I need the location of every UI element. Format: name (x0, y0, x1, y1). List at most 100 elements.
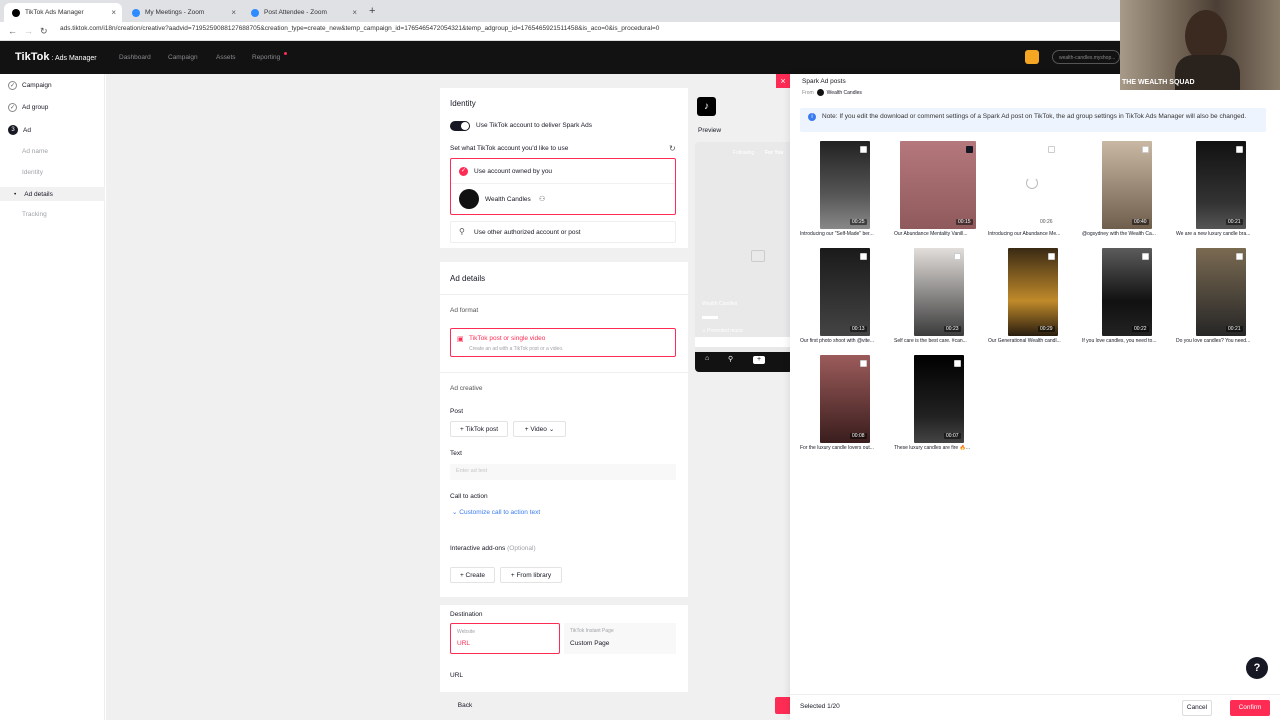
spark-post-item[interactable]: 00:21 We are a new luxury candle bra... (1176, 141, 1264, 241)
tab-tiktok-ads[interactable]: TikTok Ads Manager × (4, 3, 122, 22)
owned-account-option[interactable]: ✓ Use account owned by you Wealth Candle… (450, 158, 676, 215)
help-icon[interactable]: ? (1246, 657, 1268, 679)
url-label: URL (450, 672, 464, 679)
other-account-option[interactable]: ⚲ Use other authorized account or post (450, 221, 676, 243)
nav-reporting[interactable]: Reporting (252, 54, 280, 61)
spark-post-item[interactable]: 00:07 These luxury candles are fire 🔥... (894, 355, 982, 455)
customize-cta-link[interactable]: ⌄ Customize call to action text (452, 508, 540, 516)
ad-details-card: Ad details Ad format ▣ TikTok post or si… (440, 262, 688, 692)
tab-my-meetings[interactable]: My Meetings - Zoom × (124, 3, 242, 22)
forward-arrow-icon[interactable]: → (24, 26, 33, 36)
add-video-button[interactable]: + Video ⌄ (513, 421, 566, 437)
identity-card: Identity Use TikTok account to deliver S… (440, 88, 688, 248)
select-checkbox[interactable] (954, 360, 961, 367)
tab-title: My Meetings - Zoom (145, 9, 205, 16)
spark-post-item[interactable]: 00:29 Our Generational Wealth candl... (988, 248, 1076, 348)
step-adgroup[interactable]: ✓ Ad group (8, 103, 48, 112)
ad-text-input[interactable]: Enter ad text (450, 464, 676, 480)
spark-post-item[interactable]: 00:25 Introducing our "Self-Made" ber... (800, 141, 888, 241)
step-campaign[interactable]: ✓ Campaign (8, 81, 52, 90)
post-duration: 00:29 (1038, 326, 1055, 332)
cancel-button[interactable]: Cancel (1182, 700, 1212, 716)
url-option-label: URL (457, 640, 471, 647)
add-tiktok-post-button[interactable]: + TikTok post (450, 421, 508, 437)
spark-post-item[interactable]: 00:23 Self care is the best care. #can... (894, 248, 982, 348)
spark-post-item[interactable]: 00:08 For the luxury candle lovers out... (800, 355, 888, 455)
notification-icon[interactable] (1025, 50, 1039, 64)
drawer-title: Spark Ad posts (802, 78, 846, 85)
divider (440, 372, 688, 373)
address-bar: ← → ↻ ads.tiktok.com/i18n/creation/creat… (0, 22, 1280, 41)
select-checkbox[interactable] (1142, 253, 1149, 260)
selected-count: Selected 1/20 (800, 703, 840, 710)
set-account-label: Set what TikTok account you'd like to us… (450, 145, 569, 152)
close-drawer-icon[interactable]: × (776, 74, 790, 88)
identity-title: Identity (450, 99, 476, 108)
spark-post-item[interactable]: 00:13 Our first photo shoot with @vite... (800, 248, 888, 348)
close-tab-icon[interactable]: × (111, 8, 116, 17)
substep-ad-name[interactable]: Ad name (22, 148, 48, 155)
select-checkbox[interactable] (1236, 253, 1243, 260)
back-arrow-icon[interactable]: ← (8, 26, 17, 36)
submit-button-partial[interactable] (775, 697, 790, 714)
spark-post-item[interactable]: 00:40 @ogsydney with the Wealth Ca... (1082, 141, 1170, 241)
spark-post-item[interactable]: 00:15 Our Abundance Mentality Vanill... (894, 141, 982, 241)
text-label: Text (450, 450, 462, 457)
back-button[interactable]: Back (450, 697, 480, 713)
post-duration: 00:22 (1132, 326, 1149, 332)
tab-post-attendee[interactable]: Post Attendee - Zoom × (243, 3, 363, 22)
video-icon: ▣ (457, 336, 464, 343)
select-checkbox[interactable] (1048, 146, 1055, 153)
select-checkbox[interactable] (860, 253, 867, 260)
select-checkbox[interactable] (860, 360, 867, 367)
browser-tab-bar: TikTok Ads Manager × My Meetings - Zoom … (0, 0, 1280, 22)
select-checkbox[interactable] (860, 146, 867, 153)
substep-ad-details[interactable]: Ad details (0, 187, 105, 201)
post-caption: Our Generational Wealth candl... (988, 338, 1061, 344)
reload-icon[interactable]: ↻ (40, 26, 48, 37)
divider (440, 294, 688, 295)
step-ad[interactable]: 3 Ad (8, 125, 31, 135)
select-checkbox[interactable] (1142, 146, 1149, 153)
instant-page-option[interactable]: TikTok Instant Page Custom Page (564, 623, 676, 654)
spark-post-item[interactable]: 00:21 Do you love candles? You need... (1176, 248, 1264, 348)
select-checkbox[interactable] (1236, 146, 1243, 153)
select-checkbox[interactable] (954, 253, 961, 260)
close-tab-icon[interactable]: × (231, 8, 236, 17)
website-option[interactable]: Website URL (450, 623, 560, 654)
spark-post-item[interactable]: 00:22 If you love candles, you need to... (1082, 248, 1170, 348)
person-icon: ⚲ (459, 227, 465, 236)
ad-format-option[interactable]: ▣ TikTok post or single video Create an … (450, 328, 676, 357)
account-avatar (816, 89, 824, 96)
post-duration: 00:23 (944, 326, 961, 332)
url-field[interactable]: ads.tiktok.com/i18n/creation/creative?aa… (60, 25, 659, 32)
from-library-button[interactable]: + From library (500, 567, 562, 583)
new-tab-icon[interactable]: + (369, 5, 375, 17)
refresh-icon[interactable]: ↻ (669, 144, 676, 153)
post-duration: 00:21 (1226, 326, 1243, 332)
close-tab-icon[interactable]: × (352, 8, 357, 17)
text-placeholder: Enter ad text (456, 468, 488, 474)
addons-title: Interactive add-ons (450, 545, 506, 552)
substep-identity[interactable]: Identity (22, 169, 43, 176)
format-title: TikTok post or single video (469, 335, 546, 342)
account-switcher[interactable]: wealth-candles.myshop... (1052, 50, 1120, 64)
select-checkbox[interactable] (966, 146, 973, 153)
spark-ads-toggle[interactable] (450, 121, 470, 131)
post-caption: Our first photo shoot with @vite... (800, 338, 874, 344)
nav-campaign[interactable]: Campaign (168, 54, 198, 61)
select-checkbox[interactable] (1048, 253, 1055, 260)
format-sub: Create an ad with a TikTok post or a vid… (469, 346, 564, 352)
substep-tracking[interactable]: Tracking (22, 211, 47, 218)
nav-dashboard[interactable]: Dashboard (119, 54, 151, 61)
confirm-button[interactable]: Confirm (1230, 700, 1270, 716)
following-tab: Following (733, 150, 755, 156)
nav-assets[interactable]: Assets (216, 54, 236, 61)
post-duration: 00:21 (1226, 219, 1243, 225)
tiktok-ads-logo[interactable]: TikTok: Ads Manager (15, 51, 97, 63)
create-addon-button[interactable]: + Create (450, 567, 495, 583)
post-caption: Introducing our Abundance Me... (988, 231, 1061, 237)
chevron-down-icon: ⌄ (548, 426, 555, 433)
spark-post-item[interactable]: 00:26 Introducing our Abundance Me... (988, 141, 1076, 241)
account-name: Wealth Candles (485, 196, 531, 203)
